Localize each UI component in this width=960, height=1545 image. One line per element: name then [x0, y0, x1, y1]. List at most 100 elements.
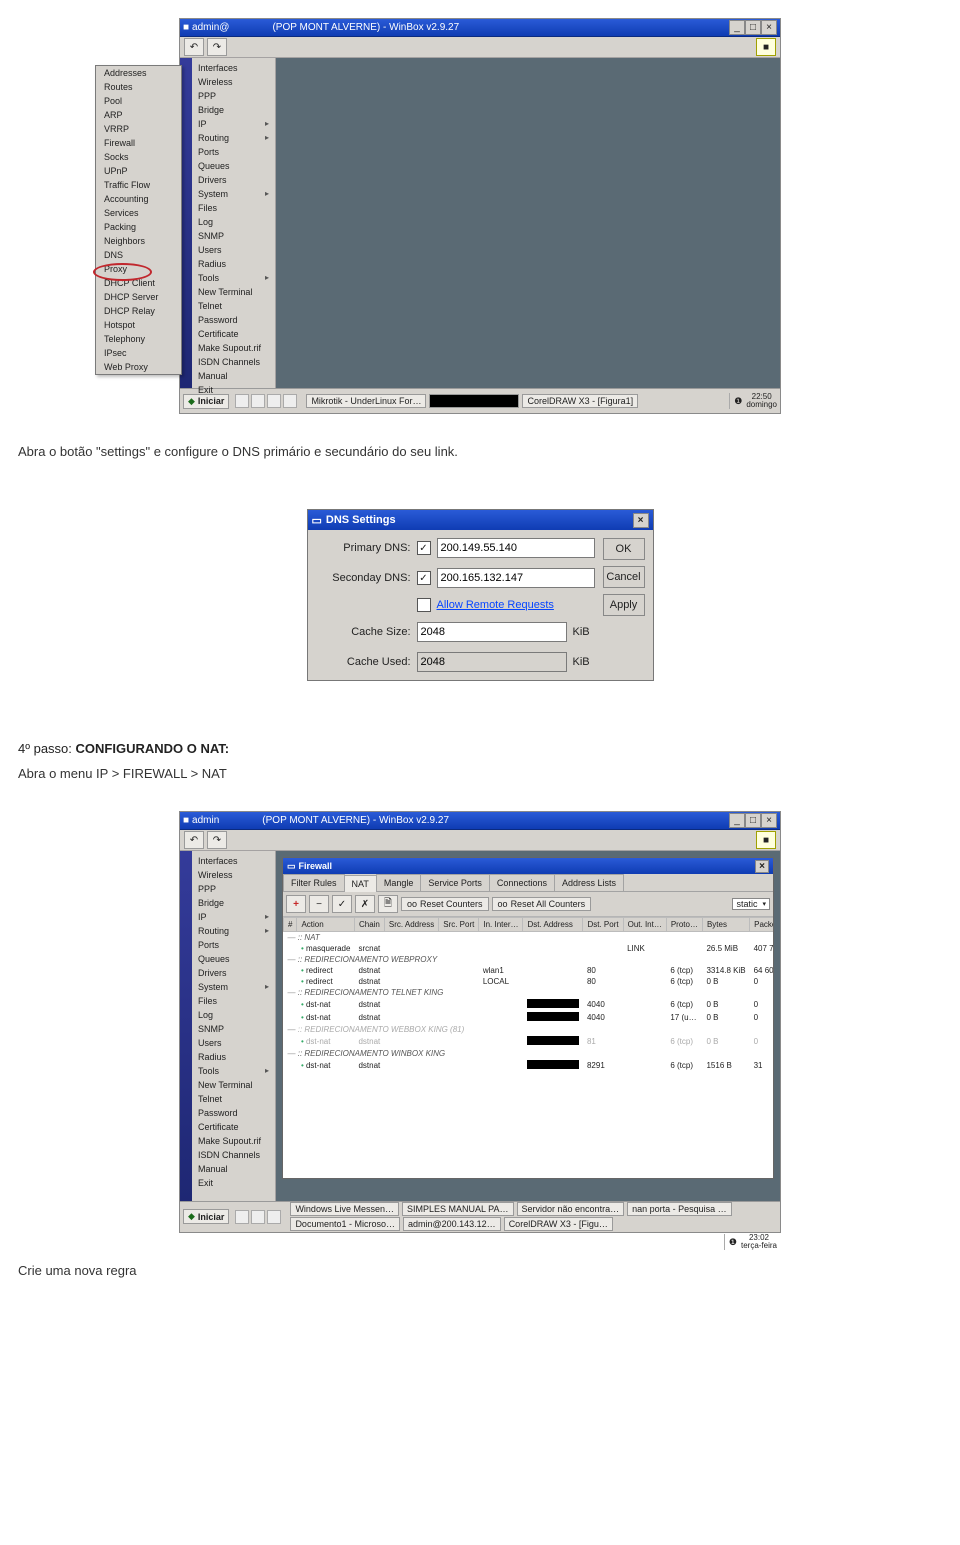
help-button[interactable]: ■ [756, 831, 776, 849]
table-row[interactable]: dst-natdstnat816 (tcp)0 B0 [284, 1035, 774, 1048]
sidebar-item[interactable]: Password [192, 313, 275, 327]
column-header[interactable]: Action [297, 918, 355, 932]
submenu-item[interactable]: Neighbors [96, 234, 181, 248]
sidebar-item[interactable]: New Terminal [192, 285, 275, 299]
table-row[interactable]: dst-natdstnat82916 (tcp)1516 B31 [284, 1059, 774, 1072]
rules-grid[interactable]: #ActionChainSrc. AddressSrc. PortIn. Int… [283, 917, 773, 1178]
taskbar-task[interactable] [429, 394, 519, 408]
reset-counters-button[interactable]: ooReset Counters [401, 897, 489, 911]
sidebar-item[interactable]: Users [192, 243, 275, 257]
disable-button[interactable]: ✗ [355, 895, 375, 913]
sidebar-item[interactable]: Radius [192, 257, 275, 271]
start-button[interactable]: ◆Iniciar [183, 1209, 229, 1224]
quicklaunch-icon[interactable] [251, 1210, 265, 1224]
submenu-item[interactable]: DHCP Server [96, 290, 181, 304]
submenu-item[interactable]: IPsec [96, 346, 181, 360]
sidebar-item[interactable]: Queues [192, 159, 275, 173]
submenu-item[interactable]: Firewall [96, 136, 181, 150]
sidebar-item[interactable]: Interfaces [192, 61, 275, 75]
sidebar-item[interactable]: Log [192, 215, 275, 229]
column-header[interactable]: Dst. Port [583, 918, 623, 932]
sidebar-item[interactable]: Manual [192, 369, 275, 383]
submenu-item[interactable]: Socks [96, 150, 181, 164]
sidebar-item[interactable]: PPP [192, 89, 275, 103]
column-header[interactable]: Src. Address [384, 918, 438, 932]
quicklaunch-icon[interactable] [235, 394, 249, 408]
undo-button[interactable]: ↶ [184, 831, 204, 849]
close-icon[interactable]: × [761, 20, 777, 35]
taskbar-task[interactable]: Documento1 - Microso… [290, 1217, 400, 1231]
sidebar-item[interactable]: Telnet [192, 1092, 275, 1106]
sidebar-item[interactable]: Bridge [192, 896, 275, 910]
maximize-icon[interactable]: □ [745, 813, 761, 828]
tray-icon[interactable]: ❶ [734, 396, 742, 407]
submenu-item[interactable]: Routes [96, 80, 181, 94]
view-select[interactable]: static▾ [732, 898, 770, 910]
comment-button[interactable]: 🗎 [378, 895, 398, 913]
column-header[interactable]: Bytes [702, 918, 749, 932]
close-icon[interactable]: × [633, 513, 649, 528]
sidebar-item[interactable]: Tools [192, 271, 275, 285]
sidebar-item[interactable]: Certificate [192, 1120, 275, 1134]
ok-button[interactable]: OK [603, 538, 645, 560]
cancel-button[interactable]: Cancel [603, 566, 645, 588]
sidebar-item[interactable]: Bridge [192, 103, 275, 117]
sidebar-item[interactable]: New Terminal [192, 1078, 275, 1092]
sidebar-item[interactable]: SNMP [192, 229, 275, 243]
quicklaunch-icon[interactable] [267, 1210, 281, 1224]
sidebar-item[interactable]: Exit [192, 1176, 275, 1190]
taskbar-task[interactable]: Windows Live Messen… [290, 1202, 399, 1216]
tab[interactable]: Service Ports [420, 874, 490, 891]
enable-button[interactable]: ✓ [332, 895, 352, 913]
table-row[interactable]: :: REDIRECIONAMENTO WEBBOX KING (81) [284, 1024, 774, 1035]
column-header[interactable]: Dst. Address [523, 918, 583, 932]
table-row[interactable]: redirectdstnatLOCAL806 (tcp)0 B0 [284, 976, 774, 987]
sidebar-item[interactable]: Drivers [192, 173, 275, 187]
sidebar-item[interactable]: ISDN Channels [192, 355, 275, 369]
allow-remote-checkbox[interactable] [417, 598, 431, 612]
column-header[interactable]: Src. Port [439, 918, 479, 932]
submenu-item[interactable]: DHCP Relay [96, 304, 181, 318]
minimize-icon[interactable]: _ [729, 20, 745, 35]
submenu-item[interactable]: Hotspot [96, 318, 181, 332]
table-row[interactable]: :: REDIRECIONAMENTO TELNET KING [284, 987, 774, 998]
submenu-item[interactable]: Telephony [96, 332, 181, 346]
sidebar-item[interactable]: Routing [192, 924, 275, 938]
table-row[interactable]: :: REDIRECIONAMENTO WINBOX KING [284, 1048, 774, 1059]
sidebar-item[interactable]: Ports [192, 145, 275, 159]
undo-button[interactable]: ↶ [184, 38, 204, 56]
sidebar-item[interactable]: Radius [192, 1050, 275, 1064]
sidebar-item[interactable]: Make Supout.rif [192, 341, 275, 355]
column-header[interactable]: Packets [750, 918, 773, 932]
apply-button[interactable]: Apply [603, 594, 645, 616]
tab[interactable]: Address Lists [554, 874, 624, 891]
tab[interactable]: NAT [344, 875, 377, 892]
primary-dns-input[interactable] [437, 538, 595, 558]
sidebar-item[interactable]: Ports [192, 938, 275, 952]
quicklaunch-icon[interactable] [267, 394, 281, 408]
secondary-dns-input[interactable] [437, 568, 595, 588]
submenu-item[interactable]: Accounting [96, 192, 181, 206]
add-button[interactable]: + [286, 895, 306, 913]
sidebar-item[interactable]: Routing [192, 131, 275, 145]
minimize-icon[interactable]: _ [729, 813, 745, 828]
sidebar-item[interactable]: Make Supout.rif [192, 1134, 275, 1148]
sidebar-item[interactable]: PPP [192, 882, 275, 896]
table-row[interactable]: redirectdstnatwlan1806 (tcp)3314.8 KiB64… [284, 965, 774, 976]
column-header[interactable]: Proto… [666, 918, 702, 932]
start-button[interactable]: ◆Iniciar [183, 394, 229, 409]
table-row[interactable]: masqueradesrcnatLINK26.5 MiB407 752 [284, 943, 774, 954]
redo-button[interactable]: ↷ [207, 831, 227, 849]
table-row[interactable]: :: NAT [284, 932, 774, 944]
sidebar-item[interactable]: ISDN Channels [192, 1148, 275, 1162]
tab[interactable]: Mangle [376, 874, 422, 891]
sidebar-item[interactable]: Wireless [192, 75, 275, 89]
submenu-item[interactable]: UPnP [96, 164, 181, 178]
tray-icon[interactable]: ❶ [729, 1237, 737, 1248]
sidebar-item[interactable]: Tools [192, 1064, 275, 1078]
taskbar-task[interactable]: Servidor não encontra… [517, 1202, 625, 1216]
sidebar-item[interactable]: Log [192, 1008, 275, 1022]
sidebar-item[interactable]: Password [192, 1106, 275, 1120]
close-icon[interactable]: × [755, 860, 769, 873]
sidebar-item[interactable]: Telnet [192, 299, 275, 313]
